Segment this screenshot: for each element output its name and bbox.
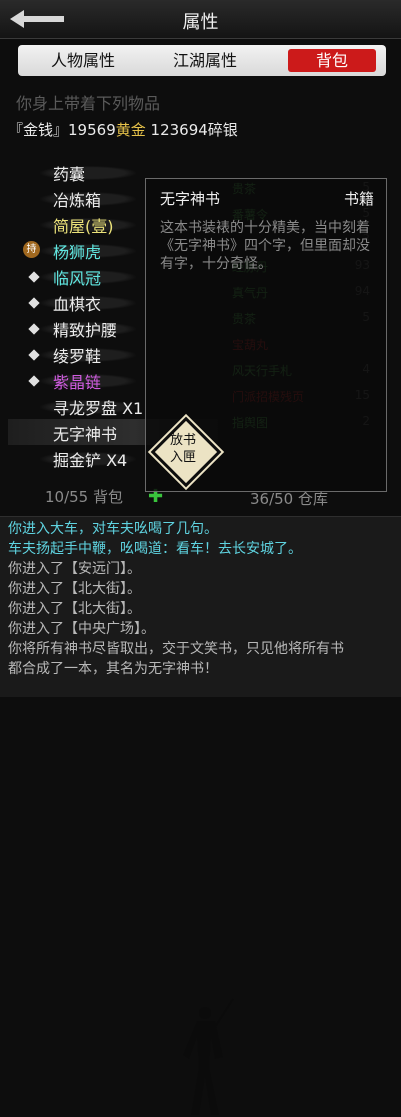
store-button-line2: 入匣 xyxy=(169,450,196,465)
log-line: 都合成了一本，其名为无字神书！ xyxy=(8,661,218,677)
inventory-item-label: 无字神书 xyxy=(53,425,118,444)
top-bar: 属性 xyxy=(0,0,401,39)
equipped-diamond-icon xyxy=(28,323,40,335)
log-line: 你进入了【中央广场】。 xyxy=(8,621,155,637)
inventory-item-label: 药囊 xyxy=(53,165,86,184)
inventory-item-label: 寻龙罗盘 X1 xyxy=(53,399,144,418)
item-description: 这本书装裱的十分精美，当中刻着《无字神书》四个字，但里面却没有字，十分奇怪。 xyxy=(160,220,370,272)
bag-count: 10/55 背包 xyxy=(45,488,123,506)
equipped-diamond-icon xyxy=(28,349,40,361)
inventory-item-label: 血棋衣 xyxy=(53,295,102,314)
log-line: 你将所有神书尽皆取出，交于文笑书，只见他将所有书 xyxy=(8,641,344,657)
log-line: 你进入了【北大街】。 xyxy=(8,581,141,597)
equipped-diamond-icon xyxy=(28,297,40,309)
equipped-diamond-icon xyxy=(28,271,40,283)
inventory-item-label: 杨狮虎 xyxy=(53,243,102,262)
log-line: 车夫扬起手中鞭，吆喝道：看车！去长安城了。 xyxy=(8,541,302,557)
page-title: 属性 xyxy=(182,12,219,33)
held-badge-icon: 持 xyxy=(23,241,40,258)
item-type: 书籍 xyxy=(343,190,374,208)
equipped-diamond-icon xyxy=(28,375,40,387)
message-log: 你进入大车，对车夫吆喝了几句。车夫扬起手中鞭，吆喝道：看车！去长安城了。 你进入了… xyxy=(0,516,401,1115)
log-line: 你进入大车，对车夫吆喝了几句。 xyxy=(8,521,218,537)
tab-jianghu-attributes[interactable]: 江湖属性 xyxy=(150,49,260,72)
inventory-item-label: 冶炼箱 xyxy=(53,191,102,210)
item-name: 无字神书 xyxy=(160,190,221,208)
inventory-item-label: 简屋(壹) xyxy=(53,217,114,236)
inventory-heading: 你身上带着下列物品 xyxy=(16,94,161,113)
tab-character-attributes[interactable]: 人物属性 xyxy=(28,49,138,72)
store-in-box-button[interactable]: 放书 入匣 xyxy=(150,416,222,488)
inventory-item-label: 临风冠 xyxy=(53,269,102,288)
inventory-item-label: 绫罗鞋 xyxy=(53,347,102,366)
tab-backpack[interactable]: 背包 xyxy=(288,49,376,72)
tab-bar: 人物属性 江湖属性 背包 xyxy=(18,45,386,76)
store-button-line1: 放书 xyxy=(169,433,196,448)
inventory-item-label: 精致护腰 xyxy=(53,321,118,340)
inventory-item-label: 掘金铲 X4 xyxy=(53,451,128,470)
swordsman-silhouette-icon xyxy=(183,998,234,1115)
log-line: 你进入了【北大街】。 xyxy=(8,601,141,617)
log-line: 你进入了【安远门】。 xyxy=(8,561,141,577)
inventory-item-label: 紫晶链 xyxy=(53,373,102,392)
